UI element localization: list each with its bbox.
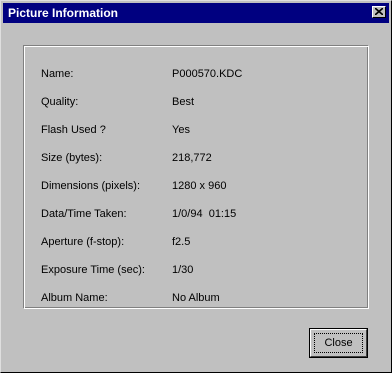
close-button-label: Close — [324, 337, 353, 349]
close-x-button[interactable] — [372, 6, 386, 18]
title-bar[interactable]: Picture Information — [3, 3, 389, 23]
info-value: f2.5 — [172, 236, 191, 248]
info-row-quality: Quality: Best — [24, 95, 368, 111]
info-label: Aperture (f-stop): — [41, 236, 125, 248]
close-x-icon — [375, 8, 383, 15]
info-label: Data/Time Taken: — [41, 208, 127, 220]
info-label: Flash Used ? — [41, 124, 106, 136]
close-button[interactable]: Close — [309, 328, 368, 358]
info-row-flash: Flash Used ? Yes — [24, 123, 368, 139]
info-row-exposure: Exposure Time (sec): 1/30 — [24, 263, 368, 279]
info-value: P000570.KDC — [172, 68, 243, 80]
info-row-aperture: Aperture (f-stop): f2.5 — [24, 235, 368, 251]
info-value: 1/30 — [172, 264, 194, 276]
dialog-title: Picture Information — [8, 6, 119, 20]
info-row-dimensions: Dimensions (pixels): 1280 x 960 — [24, 179, 368, 195]
info-value: 1280 x 960 — [172, 180, 227, 192]
info-row-name: Name: P000570.KDC — [24, 67, 368, 83]
info-row-album: Album Name: No Album — [24, 291, 368, 307]
info-label: Size (bytes): — [41, 152, 103, 164]
info-label: Exposure Time (sec): — [41, 264, 145, 276]
picture-information-dialog: Picture Information Name: P000570.KDC Qu… — [0, 0, 392, 373]
info-value: Best — [172, 96, 195, 108]
info-value: 1/0/94 01:15 — [172, 208, 237, 220]
info-label: Name: — [41, 68, 74, 80]
info-label: Quality: — [41, 96, 79, 108]
info-value: No Album — [172, 292, 220, 304]
info-row-size: Size (bytes): 218,772 — [24, 151, 368, 167]
info-label: Album Name: — [41, 292, 108, 304]
info-group: Name: P000570.KDC Quality: Best Flash Us… — [23, 45, 369, 309]
info-row-date-taken: Data/Time Taken: 1/0/94 01:15 — [24, 207, 368, 223]
info-value: 218,772 — [172, 152, 212, 164]
info-label: Dimensions (pixels): — [41, 180, 141, 192]
info-value: Yes — [172, 124, 190, 136]
